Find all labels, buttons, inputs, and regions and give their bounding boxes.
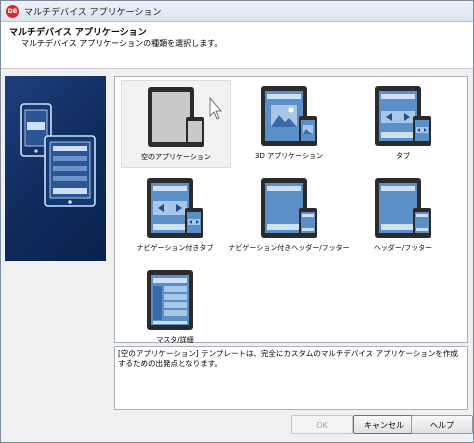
template-label: タブ — [396, 152, 410, 160]
template-label: 空のアプリケーション — [141, 153, 211, 161]
title-bar[interactable]: DB マルチデバイス アプリケーション — [1, 1, 473, 22]
template-label: 3D アプリケーション — [255, 152, 323, 160]
help-button[interactable]: ヘルプ — [411, 415, 473, 434]
template-label: ナビゲーション付きタブ — [136, 244, 214, 252]
template-gallery: 空のアプリケーション 3D アプリケーション タブ ナビゲーション付きタブ ナビ… — [114, 76, 468, 344]
template-item-master-detail[interactable]: マスタ/詳細 — [121, 264, 229, 350]
blank-app-icon — [148, 87, 222, 147]
template-description: [空のアプリケーション] テンプレートは、完全にカスタムのマルチデバイス アプリ… — [118, 349, 458, 368]
cancel-button[interactable]: キャンセル — [353, 415, 415, 434]
header-description: マルチデバイス アプリケーションの種類を選択します。 — [21, 39, 223, 48]
template-item-tabbed[interactable]: タブ — [349, 80, 457, 166]
dialog-window: DB マルチデバイス アプリケーション マルチデバイス アプリケーション マルチ… — [0, 0, 474, 443]
dialog-header: マルチデバイス アプリケーション マルチデバイス アプリケーションの種類を選択し… — [1, 22, 473, 69]
template-item-header-footer[interactable]: ヘッダー/フッター — [349, 172, 457, 258]
window-title: マルチデバイス アプリケーション — [24, 8, 162, 18]
template-label: ヘッダー/フッター — [373, 244, 433, 252]
header-footer-navigation-app-icon — [261, 178, 317, 238]
tabbed-app-icon — [375, 86, 431, 146]
template-item-header-footer-navigation[interactable]: ナビゲーション付きヘッダー/フッター — [228, 172, 350, 258]
template-label: マスタ/詳細 — [156, 336, 194, 344]
app-logo-icon: DB — [6, 5, 19, 18]
ok-button[interactable]: OK — [291, 415, 353, 434]
template-label: ナビゲーション付きヘッダー/フッター — [228, 244, 350, 252]
template-item-blank[interactable]: 空のアプリケーション — [121, 80, 231, 168]
wizard-banner-image — [5, 76, 106, 261]
3d-app-icon — [261, 86, 317, 146]
template-item-tabbed-navigation[interactable]: ナビゲーション付きタブ — [121, 172, 229, 258]
header-footer-app-icon — [375, 178, 431, 238]
multi-device-illustration-icon — [20, 103, 96, 207]
template-description-box: [空のアプリケーション] テンプレートは、完全にカスタムのマルチデバイス アプリ… — [114, 346, 468, 410]
tabbed-navigation-app-icon — [147, 178, 203, 238]
header-title: マルチデバイス アプリケーション — [9, 28, 147, 38]
template-item-3d[interactable]: 3D アプリケーション — [235, 80, 343, 166]
master-detail-app-icon — [147, 270, 193, 330]
